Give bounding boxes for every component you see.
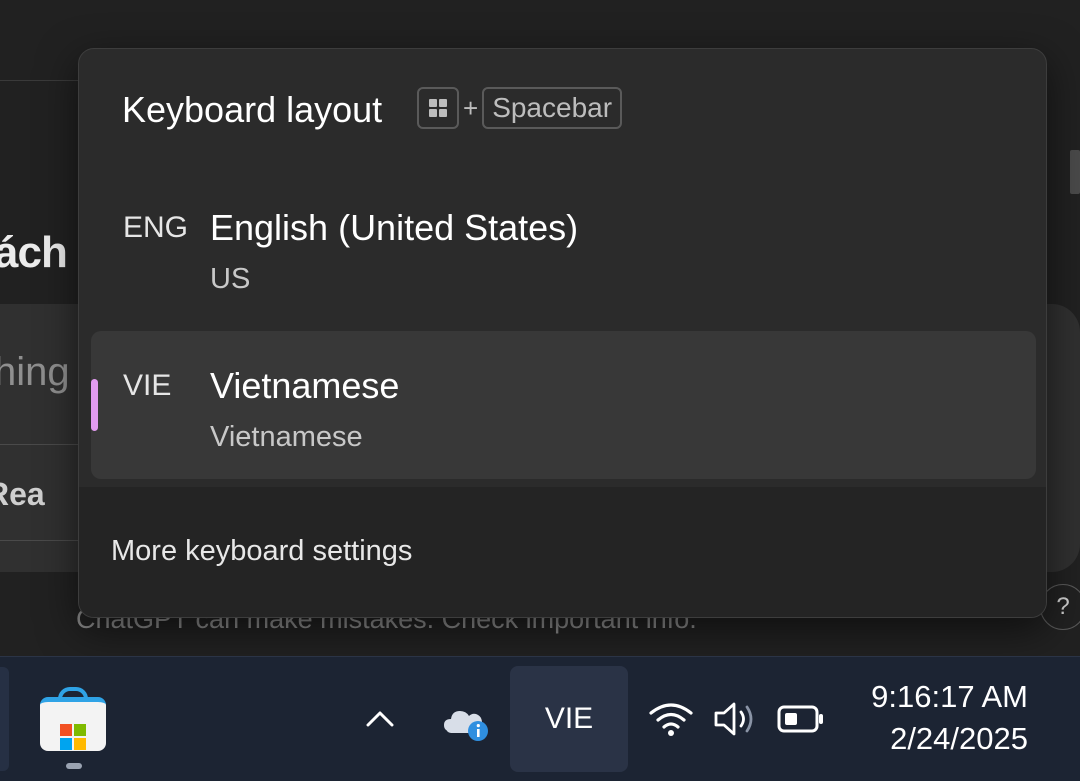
more-keyboard-settings-link[interactable]: More keyboard settings [111,535,412,568]
language-name: Vietnamese [210,365,400,406]
language-name: English (United States) [210,207,579,248]
input-language-button[interactable]: VIE [510,666,628,772]
system-clock[interactable]: 9:16:17 AM 2/24/2025 [871,677,1028,761]
wifi-icon[interactable] [648,699,694,739]
keyboard-layout-flyout: Keyboard layout + Spacebar ENG English (… [78,48,1047,618]
clock-time: 9:16:17 AM [871,679,1028,714]
background-heading: ách [0,228,68,277]
divider [0,540,80,541]
running-indicator [66,763,82,769]
scrollbar-thumb[interactable] [1070,150,1080,194]
taskbar: VIE 9:16:17 AM 2/24/2025 [0,656,1080,781]
language-code: VIE [123,369,172,402]
selection-indicator [91,379,98,431]
divider [0,444,80,445]
keyboard-layout-name: Vietnamese [210,421,363,453]
taskbar-item-partial[interactable] [0,667,9,771]
chevron-up-icon[interactable] [360,699,400,739]
language-item-eng[interactable]: ENG English (United States) US [91,173,1036,321]
shortcut-plus: + [463,92,479,123]
keyboard-layout-name: US [210,263,251,295]
flyout-footer: More keyboard settings [79,487,1046,617]
language-item-vie[interactable]: VIE Vietnamese Vietnamese [91,331,1036,479]
divider [0,80,80,81]
shortcut-hint: + Spacebar [417,87,623,129]
language-code: ENG [123,211,189,244]
onedrive-info-icon[interactable] [442,701,492,743]
windows-key-icon [417,87,459,129]
clock-date: 2/24/2025 [890,721,1028,756]
volume-icon[interactable] [712,699,760,739]
composer-placeholder: hing [0,350,70,394]
battery-icon[interactable] [776,703,826,735]
flyout-title: Keyboard layout [122,89,383,130]
spacebar-key: Spacebar [482,87,623,129]
reason-button[interactable]: Rea [0,476,45,513]
microsoft-store-icon[interactable] [40,687,106,751]
